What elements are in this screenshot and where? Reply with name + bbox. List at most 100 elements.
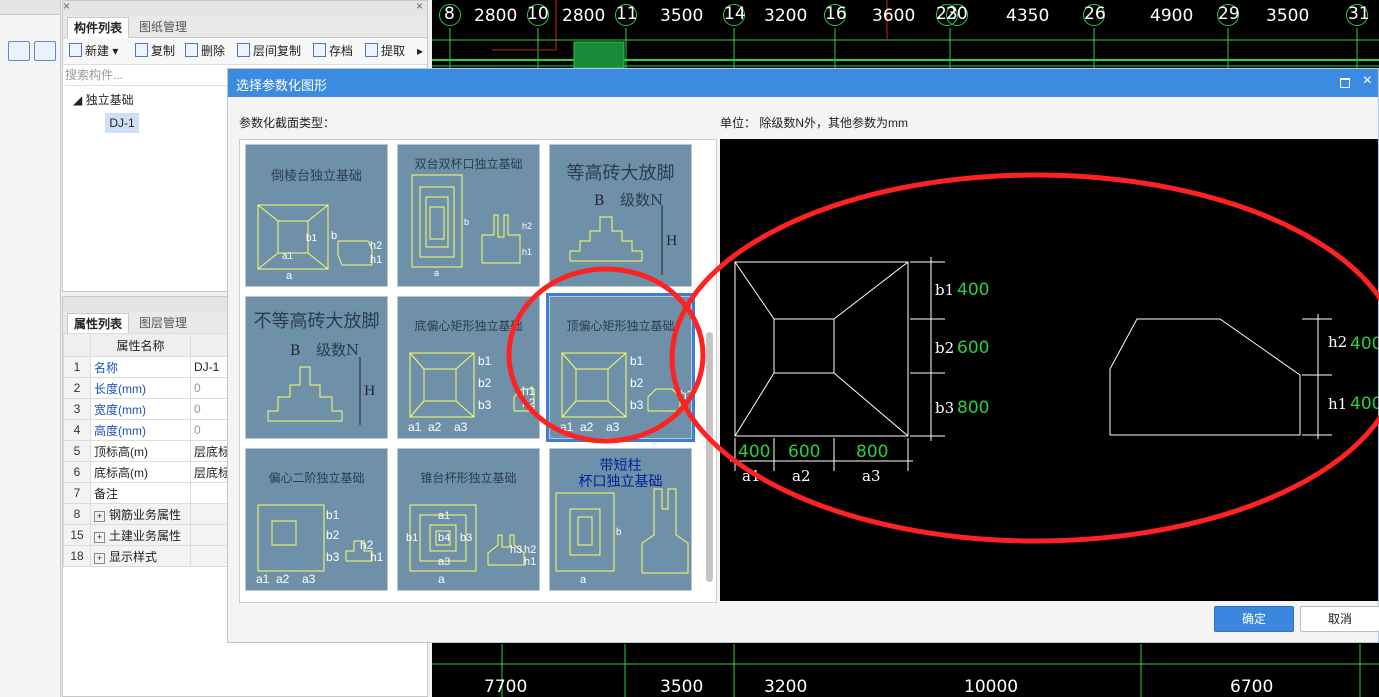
section-type-label: 参数化截面类型： (239, 116, 336, 130)
preview-value-a2: 600 (788, 442, 820, 462)
shape-thumb-top-eccentric[interactable]: 顶偏心矩形独立基础 b1b2b3 h2 a1a2a3 (546, 293, 695, 442)
row-number: 4 (63, 419, 91, 441)
tab-component-list[interactable]: 构件列表 (67, 17, 130, 38)
preview-value-b3: 800 (957, 398, 989, 418)
axis-label: 11 (616, 4, 638, 24)
svg-text:a1: a1 (408, 420, 422, 434)
dimension-label: 4350 (1006, 6, 1050, 26)
floor-copy-button[interactable]: 层间复制 (237, 43, 301, 59)
svg-text:B: B (290, 343, 300, 359)
left-strip-titlebar (0, 0, 60, 15)
new-button[interactable]: 新建 ▾ (69, 43, 118, 59)
copy-button[interactable]: 复制 (135, 43, 175, 59)
preview-label-a2: a2 (792, 467, 811, 485)
svg-text:b1: b1 (406, 532, 418, 544)
svg-text:a2: a2 (276, 572, 290, 586)
maximize-icon[interactable] (1340, 78, 1350, 88)
property-name: 顶标高(m) (90, 440, 191, 462)
preview-label-h2: h2 (1328, 333, 1347, 351)
copy-label: 复制 (151, 44, 176, 58)
property-group-label: 钢筋业务属性 (109, 507, 182, 522)
shape-thumb-unequal-brick[interactable]: 不等高砖大放脚 级数N B H (245, 296, 388, 439)
svg-text:a1: a1 (560, 420, 574, 434)
close-icon[interactable]: × (416, 0, 423, 13)
axis-label: 29 (1218, 4, 1240, 24)
shape-thumb-double-cup[interactable]: 双台双杯口独立基础 ab h2 h1 (397, 144, 540, 287)
preview-value-b1: 400 (957, 280, 989, 300)
dimension-label: 3500 (660, 6, 704, 26)
row-number: 7 (63, 482, 91, 504)
tree-root-label: 独立基础 (85, 93, 134, 107)
select-parametric-shape-dialog: 选择参数化图形 × 参数化截面类型： 单位： 除级数N外，其他参数为mm 倒棱台… (227, 68, 1379, 643)
property-group-label: 土建业务属性 (109, 528, 182, 543)
svg-text:a: a (438, 572, 445, 586)
dimension-label: 3500 (660, 677, 704, 697)
expand-icon[interactable]: ◢ (73, 93, 82, 107)
expand-icon[interactable]: + (94, 552, 105, 564)
svg-text:h2: h2 (680, 388, 691, 402)
svg-text:a2: a2 (580, 420, 594, 434)
extract-button[interactable]: 提取 (365, 43, 405, 59)
svg-text:h1: h1 (370, 550, 384, 564)
cancel-button[interactable]: 取消 (1300, 606, 1379, 632)
scrollbar-thumb[interactable] (706, 332, 713, 582)
property-group[interactable]: + 土建业务属性 (90, 524, 191, 546)
more-icon[interactable]: ▸ (417, 43, 423, 59)
shape-diagram: b1 b2 b3 h2 a1 a2 a3 (560, 352, 691, 434)
copy-icon (135, 43, 148, 57)
dimension-label: 3200 (764, 677, 808, 697)
preview-value-a1: 400 (738, 442, 770, 462)
shape-thumb-bottom-eccentric[interactable]: 底偏心矩形独立基础 b1 b2 b3 h1 h2 a1 a2 a3 (397, 296, 540, 439)
property-name: 底标高(m) (90, 461, 191, 483)
shape-thumb-eccentric-two-step[interactable]: 偏心二阶独立基础 b1 b2 b3 h2 h1 a1 a2 a3 (245, 448, 388, 591)
shape-diagram: B H (569, 193, 677, 275)
shape-diagram: b1b2b3 h2h1 a1 a2 a3 (256, 504, 384, 586)
svg-text:H: H (666, 234, 677, 249)
list-view-icon[interactable] (8, 41, 30, 61)
preview-label-b3: b3 (935, 399, 954, 417)
delete-button[interactable]: 删除 (185, 43, 225, 59)
tab-layer-management[interactable]: 图层管理 (133, 313, 193, 333)
grid-view-icon[interactable] (34, 41, 56, 61)
delete-icon (185, 43, 198, 57)
tree-node-isolated-foundation[interactable]: ◢ 独立基础 (73, 91, 134, 108)
expand-icon[interactable]: + (94, 531, 105, 543)
row-number: 3 (63, 398, 91, 420)
tab-property-list[interactable]: 属性列表 (67, 313, 130, 334)
gallery-scrollbar[interactable] (705, 142, 714, 598)
svg-text:a3: a3 (606, 420, 620, 434)
svg-text:b1: b1 (326, 508, 340, 522)
expand-icon[interactable]: + (94, 510, 105, 522)
preview-value-b2: 600 (957, 338, 989, 358)
svg-text:b1: b1 (630, 354, 644, 368)
shape-diagram: b b1 h2 h1 a1 a (257, 204, 382, 282)
svg-text:b3: b3 (630, 398, 644, 412)
archive-button[interactable]: 存档 (313, 43, 353, 59)
component-tabs: 构件列表 图纸管理 (63, 15, 427, 38)
shape-thumb-short-column-cup[interactable]: 带短柱 杯口独立基础 ba (549, 448, 692, 591)
dialog-title: 选择参数化图形 (236, 78, 328, 93)
shape-thumb-cone-cup[interactable]: 锥台杯形独立基础 b1 b4 b3 a1 a3 a h3 h2 h1 (397, 448, 540, 591)
close-icon[interactable]: × (1363, 72, 1372, 90)
svg-text:a1: a1 (282, 251, 294, 262)
dimension-label: 7700 (484, 677, 528, 697)
svg-text:a3: a3 (438, 556, 450, 568)
row-number: 8 (63, 503, 91, 525)
axis-label: 10 (527, 4, 549, 24)
shape-thumb-inverted-frustum[interactable]: 倒棱台独立基础 b b1 h2 h1 a1 a (245, 144, 388, 287)
property-group-label: 显示样式 (109, 549, 158, 564)
tab-drawing-management[interactable]: 图纸管理 (133, 17, 193, 37)
property-group[interactable]: + 显示样式 (90, 545, 191, 567)
new-icon (69, 43, 82, 57)
property-group[interactable]: + 钢筋业务属性 (90, 503, 191, 525)
dimension-label: 6700 (1230, 677, 1274, 697)
tree-node-dj1[interactable]: DJ-1 (105, 113, 139, 133)
shape-thumb-equal-brick[interactable]: 等高砖大放脚 级数N B H (549, 144, 692, 287)
svg-text:b3: b3 (460, 532, 472, 544)
svg-text:b2: b2 (478, 376, 492, 390)
close-icon[interactable]: × (63, 0, 70, 13)
ok-button[interactable]: 确定 (1214, 606, 1294, 632)
floor-copy-icon (237, 43, 250, 57)
shape-gallery: 倒棱台独立基础 b b1 h2 h1 a1 a 双台双杯口独立基础 ab h2 … (239, 139, 717, 603)
svg-text:h1: h1 (522, 247, 532, 257)
